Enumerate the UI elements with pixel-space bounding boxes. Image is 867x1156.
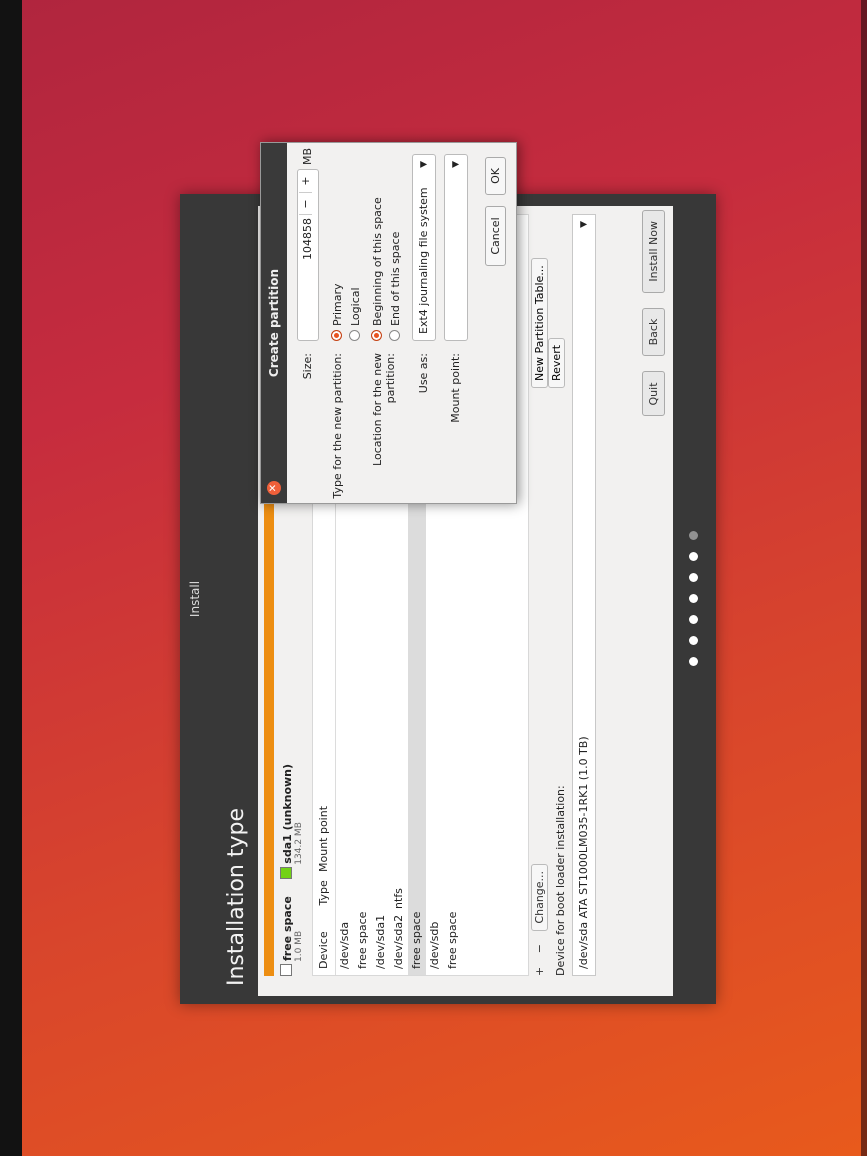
change-partition-button[interactable]: Change...: [531, 863, 548, 931]
ok-button[interactable]: OK: [485, 157, 506, 195]
progress-dot: [689, 615, 698, 625]
installer-window: Install Installation type free space 1.0…: [180, 142, 716, 1004]
mount-point-combo[interactable]: ▼: [444, 154, 468, 341]
row-device: free space: [410, 911, 423, 969]
row-device: /dev/sdb: [428, 921, 441, 969]
row-device: /dev/sda1: [374, 914, 387, 969]
column-type[interactable]: Type: [313, 876, 335, 905]
remove-partition-button[interactable]: −: [533, 944, 546, 953]
back-button[interactable]: Back: [642, 307, 665, 357]
progress-dot: [689, 636, 698, 646]
chevron-down-icon: ▼: [419, 161, 429, 168]
row-device: /dev/sda: [338, 921, 351, 969]
primary-label: Primary: [331, 283, 344, 326]
legend-name: sda1 (unknown): [281, 763, 294, 864]
dialog-form: Size: 104858 − + MB Type for the new par…: [287, 143, 516, 503]
window-titlebar: Install: [180, 194, 210, 1004]
row-type: ntfs: [392, 888, 405, 909]
end-label: End of this space: [389, 231, 402, 326]
use-as-select[interactable]: Ext4 journaling file system ▼: [412, 154, 436, 341]
dialog-buttons: Cancel OK: [485, 157, 506, 274]
progress-dot: [689, 594, 698, 604]
install-now-button[interactable]: Install Now: [642, 210, 665, 293]
progress-dot: [689, 531, 698, 541]
size-value: 104858: [301, 218, 314, 260]
partition-table-actions: New Partition Table... Revert: [531, 206, 565, 388]
location-beginning-option[interactable]: Beginning of this space: [371, 197, 384, 341]
row-device: free space: [356, 911, 369, 969]
logical-label: Logical: [349, 287, 362, 326]
revert-button[interactable]: Revert: [548, 337, 565, 388]
column-device[interactable]: Device: [313, 909, 335, 975]
legend-size: 1.0 MB: [294, 930, 304, 962]
radio-icon: [389, 330, 400, 341]
beginning-label: Beginning of this space: [371, 197, 384, 326]
location-label: Location for the new partition:: [371, 353, 397, 466]
dialog-title: Create partition: [267, 268, 281, 378]
size-unit: MB: [301, 147, 314, 165]
rotated-screen: Install Installation type free space 1.0…: [0, 0, 867, 1156]
progress-dot: [689, 657, 698, 667]
radio-selected-icon: [331, 330, 342, 341]
column-mount[interactable]: Mount point: [313, 792, 335, 872]
legend-swatch: [280, 964, 292, 976]
legend-item: free space 1.0 MB: [280, 896, 304, 976]
size-label: Size:: [301, 353, 314, 380]
type-primary-option[interactable]: Primary: [331, 283, 344, 341]
radio-icon: [349, 330, 360, 341]
add-partition-button[interactable]: +: [533, 967, 546, 976]
new-partition-table-button[interactable]: New Partition Table...: [531, 258, 548, 388]
progress-dots: [683, 194, 702, 1004]
type-label: Type for the new partition:: [331, 353, 344, 499]
use-as-label: Use as:: [417, 353, 430, 394]
type-logical-option[interactable]: Logical: [349, 287, 362, 341]
row-device: free space: [446, 911, 459, 969]
legend-swatch: [280, 866, 292, 879]
quit-button[interactable]: Quit: [642, 371, 665, 417]
mount-point-value: [449, 334, 462, 340]
window-title: Install: [188, 580, 202, 618]
legend-size: 134.2 MB: [294, 822, 304, 865]
partition-toolbar: + − Change...: [531, 854, 548, 976]
legend-item: sda1 (unknown) 134.2 MB: [280, 764, 304, 879]
increment-button[interactable]: +: [299, 170, 312, 193]
size-stepper[interactable]: 104858 − +: [297, 169, 319, 341]
boot-loader-select[interactable]: /dev/sda ATA ST1000LM035-1RK1 (1.0 TB) ▼: [572, 214, 596, 976]
radio-selected-icon: [371, 330, 382, 341]
decrement-button[interactable]: −: [299, 194, 312, 215]
progress-dot: [689, 552, 698, 562]
create-partition-dialog: ✕ Create partition Size: 104858 − + MB T…: [260, 142, 517, 504]
page-title: Installation type: [224, 808, 249, 986]
chevron-down-icon: ▼: [451, 161, 461, 168]
mount-point-label: Mount point:: [449, 353, 462, 423]
boot-loader-value: /dev/sda ATA ST1000LM035-1RK1 (1.0 TB): [577, 736, 590, 969]
legend-name: free space: [281, 896, 294, 961]
navigation-buttons: Quit Back Install Now: [642, 210, 665, 426]
row-device: /dev/sda2: [392, 914, 405, 969]
chevron-down-icon: ▼: [579, 221, 589, 228]
use-as-value: Ext4 journaling file system: [417, 187, 430, 334]
boot-loader-label: Device for boot loader installation:: [554, 785, 567, 976]
location-end-option[interactable]: End of this space: [389, 232, 402, 341]
cancel-button[interactable]: Cancel: [485, 206, 506, 266]
disk-legend: free space 1.0 MB sda1 (unknown) 134.2 M…: [280, 750, 304, 976]
dialog-titlebar: ✕ Create partition: [261, 143, 287, 503]
progress-dot: [689, 573, 698, 583]
